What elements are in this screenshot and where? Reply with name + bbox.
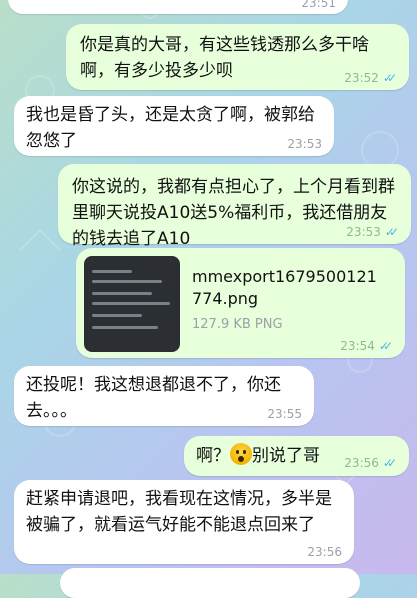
message-meta: 23:53 ✓✓ — [346, 225, 399, 239]
file-name: mmexport1679500121774.png — [192, 267, 377, 308]
file-message-bubble[interactable]: mmexport1679500121774.png 127.9 KB PNG 2… — [76, 248, 405, 358]
read-ticks-icon: ✓✓ — [378, 339, 393, 353]
message-bubble-incoming[interactable]: 23:51 — [8, 0, 348, 14]
message-text: 我也是昏了头，还是太贪了啊，被郭给忽悠了 — [26, 105, 315, 151]
message-time: 23:53 — [287, 137, 322, 151]
message-bubble-incoming-partial[interactable] — [60, 568, 360, 598]
message-text-end: 别说了哥 — [252, 446, 320, 466]
message-time: 23:56 — [307, 545, 342, 559]
image-thumbnail[interactable] — [84, 256, 180, 352]
message-bubble-outgoing[interactable]: 啊？ 别说了哥 23:56 ✓✓ — [184, 436, 409, 476]
message-meta: 23:54 ✓✓ — [340, 339, 393, 353]
message-time: 23:51 — [301, 0, 336, 10]
message-bubble-incoming[interactable]: 我也是昏了头，还是太贪了啊，被郭给忽悠了 23:53 — [14, 96, 334, 156]
message-text: 赶紧申请退吧，我看现在这情况，多半是被骗了，就看运气好能不能退点回来了 — [26, 489, 332, 535]
read-ticks-icon: ✓✓ — [382, 71, 397, 85]
message-bubble-incoming[interactable]: 赶紧申请退吧，我看现在这情况，多半是被骗了，就看运气好能不能退点回来了 23:5… — [14, 480, 354, 564]
file-size: 127.9 KB PNG — [192, 317, 283, 332]
message-meta: 23:56 ✓✓ — [344, 456, 397, 470]
face-screaming-in-fear-icon — [230, 443, 252, 465]
message-time: 23:55 — [267, 407, 302, 421]
message-bubble-incoming[interactable]: 还投呢！我这想退都退不了，你还去。。。 23:55 — [14, 366, 314, 426]
message-time: 23:54 — [340, 339, 375, 353]
message-text-start: 啊？ — [196, 446, 230, 466]
message-bubble-outgoing[interactable]: 你是真的大哥，有这些钱透那么多干啥啊，有多少投多少呗 23:52 ✓✓ — [66, 24, 409, 90]
read-ticks-icon: ✓✓ — [384, 225, 399, 239]
read-ticks-icon: ✓✓ — [382, 456, 397, 470]
message-time: 23:53 — [346, 225, 381, 239]
message-meta: 23:52 ✓✓ — [344, 71, 397, 85]
message-time: 23:52 — [344, 71, 379, 85]
message-bubble-outgoing[interactable]: 你这说的，我都有点担心了，上个月看到群里聊天说投A10送5%福利币，我还借朋友的… — [58, 164, 411, 249]
message-time: 23:56 — [344, 456, 379, 470]
